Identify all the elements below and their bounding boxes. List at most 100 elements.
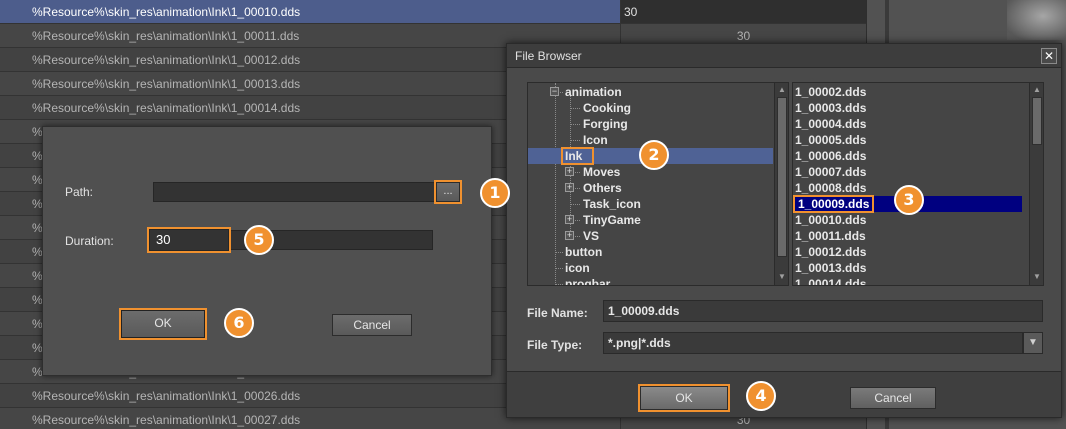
file-list-item-label: 1_00002.dds xyxy=(795,85,867,99)
file-list-item[interactable]: 1_00002.dds xyxy=(795,84,866,100)
file-list-item-label: 1_00006.dds xyxy=(795,149,867,163)
folder-tree-item[interactable]: animation xyxy=(565,84,622,100)
chevron-down-icon[interactable]: ▼ xyxy=(1023,332,1043,354)
file-browser-title: File Browser xyxy=(515,49,582,63)
close-icon[interactable]: ✕ xyxy=(1041,48,1057,64)
file-list-item-label: 1_00004.dds xyxy=(795,117,867,131)
expand-icon[interactable]: + xyxy=(565,215,574,224)
file-list-item[interactable]: 1_00013.dds xyxy=(795,260,866,276)
scroll-thumb[interactable] xyxy=(777,97,787,257)
folder-tree-item-label: Ink xyxy=(560,147,595,165)
expand-icon[interactable]: + xyxy=(565,231,574,240)
folder-tree-item[interactable]: Task_icon xyxy=(583,196,641,212)
file-list-item-label: 1_00012.dds xyxy=(795,245,867,259)
file-list-item[interactable]: 1_00005.dds xyxy=(795,132,866,148)
folder-tree-item[interactable]: VS xyxy=(583,228,599,244)
file-list-item-label: 1_00007.dds xyxy=(795,165,867,179)
folder-tree-item-label: Forging xyxy=(583,117,628,131)
duration-value[interactable]: 30 xyxy=(147,227,231,253)
scroll-up-icon[interactable]: ▲ xyxy=(1031,84,1043,96)
tree-guide-line xyxy=(570,108,580,109)
folder-tree-item[interactable]: Others xyxy=(583,180,622,196)
folder-tree-item[interactable]: progbar xyxy=(565,276,610,285)
tree-guide-line xyxy=(555,284,563,285)
file-list-item[interactable]: 1_00003.dds xyxy=(795,100,866,116)
editor-screen: %Resource%\skin_res\animation\Ink\1_0001… xyxy=(0,0,1066,429)
file-browser-button-bar: OK Cancel xyxy=(507,371,1061,417)
tree-guide-line xyxy=(570,124,580,125)
file-browser-dialog: File Browser ✕ − animation Cooking Forging I… xyxy=(506,43,1062,418)
frame-duration-cell: 30 xyxy=(620,0,866,23)
folder-tree-item[interactable]: Moves xyxy=(583,164,620,180)
callout-badge-6: 6 xyxy=(224,308,254,338)
file-list-item-label: 1_00009.dds xyxy=(793,195,875,213)
folder-tree-item-label: Task_icon xyxy=(583,197,641,211)
file-list-item-label: 1_00008.dds xyxy=(795,181,867,195)
frame-row[interactable]: %Resource%\skin_res\animation\Ink\1_0001… xyxy=(0,0,866,24)
callout-badge-4: 4 xyxy=(746,381,776,411)
folder-tree: − animation Cooking Forging Icon Ink + Moves + Ot… xyxy=(527,82,789,286)
folder-tree-item[interactable]: Forging xyxy=(583,116,628,132)
file-list-item-label: 1_00014.dds xyxy=(795,277,867,286)
folder-tree-item-label: Moves xyxy=(583,165,621,179)
folder-tree-item-label: Icon xyxy=(583,133,608,147)
folder-tree-item-label: Cooking xyxy=(583,101,631,115)
callout-badge-3: 3 xyxy=(894,185,924,215)
folder-tree-item[interactable]: button xyxy=(565,244,602,260)
file-list-item[interactable]: 1_00008.dds xyxy=(795,180,866,196)
ink-preview-image xyxy=(1007,0,1066,40)
callout-badge-1: 1 xyxy=(480,178,510,208)
file-list-item-label: 1_00003.dds xyxy=(795,101,867,115)
file-list-scrollbar[interactable]: ▲ ▼ xyxy=(1029,83,1043,285)
tree-guide-line xyxy=(570,140,580,141)
file-list: 1_00002.dds 1_00003.dds 1_00004.dds 1_00005… xyxy=(792,82,1044,286)
folder-tree-item[interactable]: Cooking xyxy=(583,100,631,116)
folder-tree-item-label: icon xyxy=(565,261,590,275)
scroll-down-icon[interactable]: ▼ xyxy=(776,271,788,283)
folder-tree-item-label: VS xyxy=(583,229,600,243)
file-list-item[interactable]: 1_00010.dds xyxy=(795,212,866,228)
file-list-item[interactable]: 1_00004.dds xyxy=(795,116,866,132)
file-list-item[interactable]: 1_00006.dds xyxy=(795,148,866,164)
ok-button[interactable]: OK xyxy=(119,308,207,340)
folder-tree-item[interactable]: TinyGame xyxy=(583,212,641,228)
file-list-item[interactable]: 1_00011.dds xyxy=(795,228,866,244)
browse-button[interactable]: ... xyxy=(434,180,462,204)
tree-guide-line xyxy=(555,83,556,285)
file-browser-titlebar: File Browser ✕ xyxy=(507,44,1061,68)
file-type-label: File Type: xyxy=(527,338,583,352)
file-list-item[interactable]: 1_00007.dds xyxy=(795,164,866,180)
callout-badge-2: 2 xyxy=(639,140,669,170)
file-list-item[interactable]: 1_00014.dds xyxy=(795,276,867,286)
folder-tree-item-label: Others xyxy=(583,181,622,195)
callout-badge-5: 5 xyxy=(244,225,274,255)
file-list-item-label: 1_00010.dds xyxy=(795,213,867,227)
expand-icon[interactable]: + xyxy=(565,167,574,176)
file-type-select[interactable]: *.png|*.dds xyxy=(603,332,1023,354)
duration-label: Duration: xyxy=(65,234,114,248)
collapse-icon[interactable]: − xyxy=(550,87,559,96)
file-list-item-label: 1_00013.dds xyxy=(795,261,867,275)
path-input[interactable] xyxy=(153,182,435,202)
file-browser-cancel-button[interactable]: Cancel xyxy=(850,387,936,409)
scroll-down-icon[interactable]: ▼ xyxy=(1031,271,1043,283)
tree-guide-line xyxy=(570,204,580,205)
file-list-item-label: 1_00005.dds xyxy=(795,133,867,147)
folder-tree-item-label: button xyxy=(565,245,603,259)
file-name-input[interactable]: 1_00009.dds xyxy=(603,300,1043,322)
folder-tree-scrollbar[interactable]: ▲ ▼ xyxy=(774,83,788,285)
scroll-thumb[interactable] xyxy=(1032,97,1042,145)
folder-tree-item[interactable]: icon xyxy=(565,260,590,276)
file-name-label: File Name: xyxy=(527,306,588,320)
file-list-item-label: 1_00011.dds xyxy=(795,229,866,243)
folder-tree-item-label: TinyGame xyxy=(583,213,641,227)
cancel-button[interactable]: Cancel xyxy=(332,314,412,336)
expand-icon[interactable]: + xyxy=(565,183,574,192)
folder-tree-item[interactable]: Icon xyxy=(583,132,608,148)
file-list-item[interactable]: 1_00012.dds xyxy=(795,244,866,260)
tree-guide-line xyxy=(555,252,563,253)
file-browser-ok-button[interactable]: OK xyxy=(638,384,730,412)
frame-path-cell: %Resource%\skin_res\animation\Ink\1_0001… xyxy=(32,5,301,19)
path-label: Path: xyxy=(65,185,94,199)
scroll-up-icon[interactable]: ▲ xyxy=(776,84,788,96)
